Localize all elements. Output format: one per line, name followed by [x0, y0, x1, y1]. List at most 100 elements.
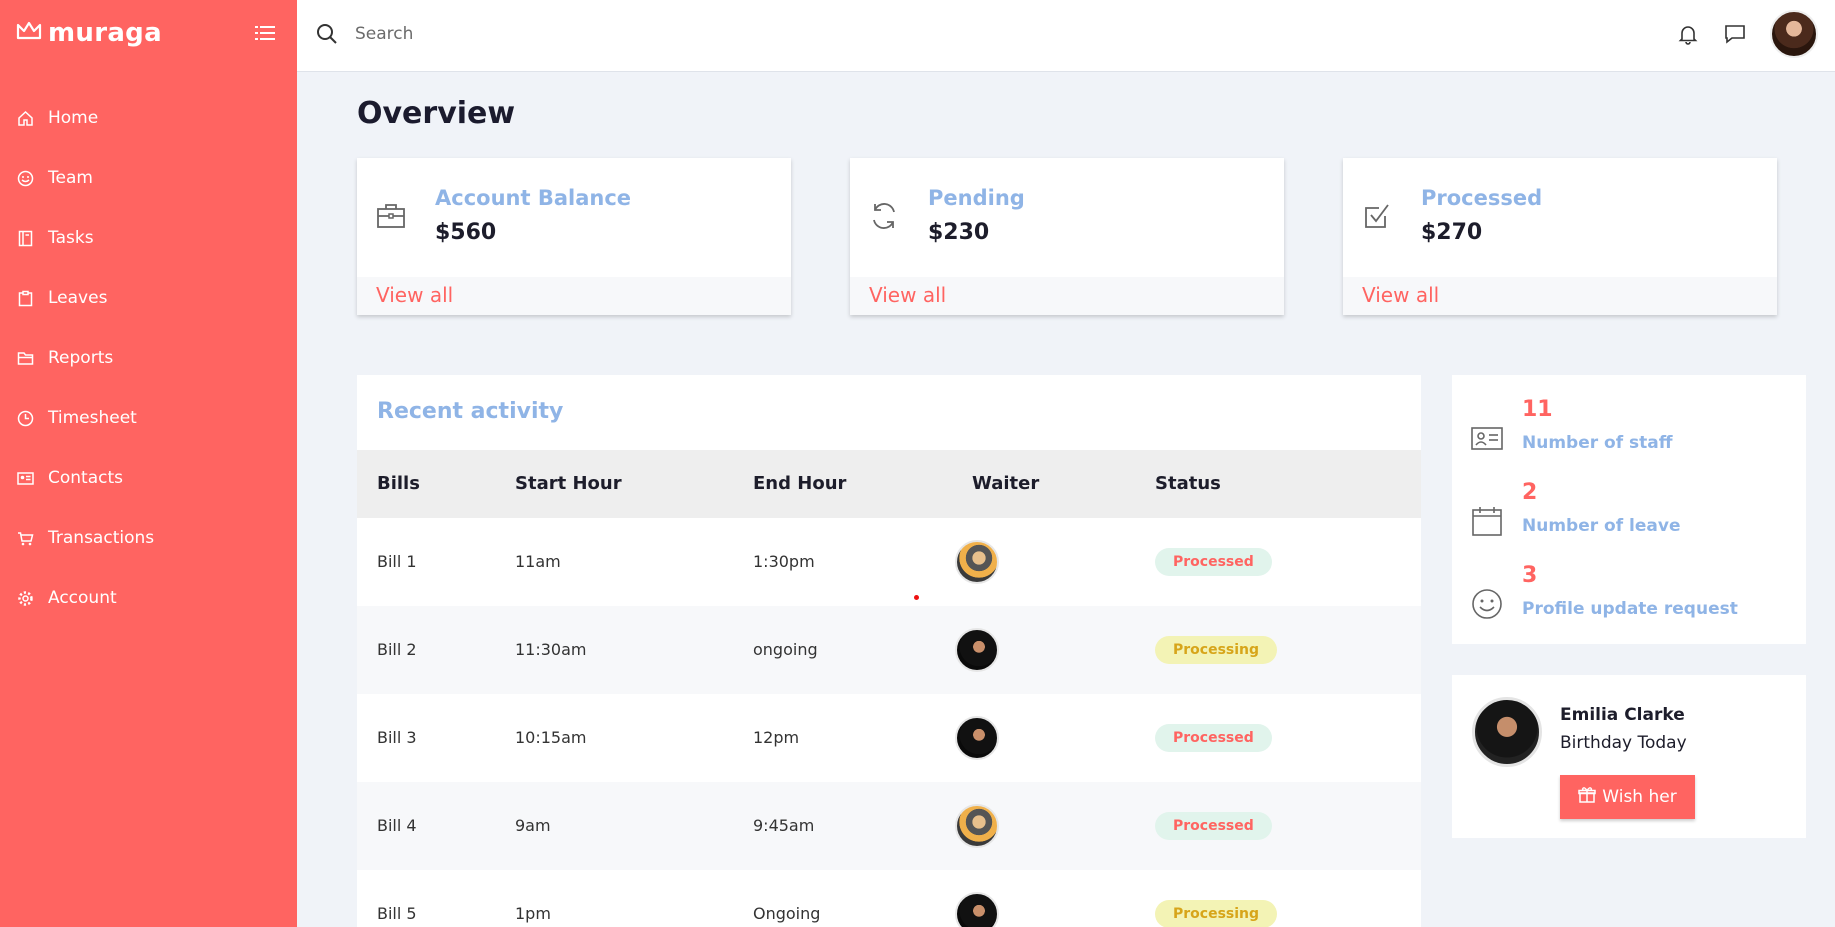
- brand-logo[interactable]: muraga: [16, 18, 162, 48]
- sidebar-item-label: Reports: [48, 348, 114, 368]
- column-header-start-hour: Start Hour: [515, 473, 622, 494]
- waiter-avatar[interactable]: [955, 804, 999, 848]
- end-hour-cell: 12pm: [753, 728, 800, 747]
- contact-card-icon: [1470, 421, 1504, 455]
- sidebar-item-label: Contacts: [48, 468, 123, 488]
- table-row[interactable]: Bill 3 10:15am 12pm Processed: [357, 694, 1421, 782]
- table-row[interactable]: Bill 5 1pm Ongoing Processing: [357, 870, 1421, 927]
- sidebar-item-label: Account: [48, 588, 117, 608]
- folder-icon: [16, 349, 34, 367]
- card-footer: View all: [1343, 277, 1777, 315]
- table-row[interactable]: Bill 1 11am 1:30pm Processed: [357, 518, 1421, 606]
- cart-icon: [16, 529, 34, 547]
- card-label: Account Balance: [435, 186, 632, 210]
- bill-cell: Bill 2: [377, 640, 417, 659]
- end-hour-cell: Ongoing: [753, 904, 821, 923]
- crown-icon: [16, 20, 42, 46]
- sidebar-item-reports[interactable]: Reports: [0, 328, 297, 388]
- cursor-dot: [914, 595, 919, 600]
- stat-value: 11: [1522, 397, 1553, 422]
- bill-cell: Bill 4: [377, 816, 417, 835]
- stat-profile-requests[interactable]: 3 Profile update request: [1452, 561, 1806, 641]
- view-all-link[interactable]: View all: [869, 283, 946, 307]
- birthday-card: Emilia Clarke Birthday Today Wish her: [1452, 675, 1806, 838]
- start-hour-cell: 11:30am: [515, 640, 587, 659]
- status-badge: Processed: [1155, 724, 1272, 752]
- clock-icon: [16, 409, 34, 427]
- birthday-text: Birthday Today: [1560, 733, 1687, 753]
- waiter-avatar[interactable]: [955, 628, 999, 672]
- start-hour-cell: 9am: [515, 816, 551, 835]
- bell-icon[interactable]: [1676, 22, 1700, 46]
- card-label: Pending: [928, 186, 1025, 210]
- menu-toggle-icon[interactable]: [255, 24, 277, 42]
- waiter-avatar[interactable]: [955, 892, 999, 927]
- sidebar-item-label: Leaves: [48, 288, 108, 308]
- sidebar-item-account[interactable]: Account: [0, 568, 297, 628]
- search-input[interactable]: [355, 18, 855, 50]
- sidebar-nav: Home Team Tasks Leaves Reports Timesheet…: [0, 88, 297, 628]
- status-badge: Processing: [1155, 900, 1278, 927]
- gift-icon: [1578, 786, 1597, 809]
- stat-value: 2: [1522, 480, 1538, 505]
- page-title: Overview: [357, 96, 516, 131]
- sidebar-item-timesheet[interactable]: Timesheet: [0, 388, 297, 448]
- clipboard-icon: [16, 289, 34, 307]
- sidebar-item-label: Tasks: [48, 228, 94, 248]
- user-avatar[interactable]: [1770, 10, 1818, 58]
- status-badge: Processed: [1155, 548, 1272, 576]
- table-row[interactable]: Bill 2 11:30am ongoing Processing: [357, 606, 1421, 694]
- card-value: $270: [1421, 220, 1483, 245]
- end-hour-cell: 1:30pm: [753, 552, 815, 571]
- card-value: $230: [928, 220, 990, 245]
- sidebar-item-team[interactable]: Team: [0, 148, 297, 208]
- book-icon: [16, 229, 34, 247]
- stat-label: Number of leave: [1522, 516, 1681, 536]
- sidebar-item-tasks[interactable]: Tasks: [0, 208, 297, 268]
- end-hour-cell: ongoing: [753, 640, 818, 659]
- column-header-waiter: Waiter: [972, 473, 1040, 494]
- wish-her-button[interactable]: Wish her: [1560, 775, 1695, 819]
- stat-staff[interactable]: 11 Number of staff: [1452, 395, 1806, 475]
- start-hour-cell: 1pm: [515, 904, 551, 923]
- sidebar-item-leaves[interactable]: Leaves: [0, 268, 297, 328]
- refresh-icon: [868, 200, 900, 232]
- sidebar-item-home[interactable]: Home: [0, 88, 297, 148]
- waiter-avatar[interactable]: [955, 716, 999, 760]
- stat-leave[interactable]: 2 Number of leave: [1452, 478, 1806, 558]
- sidebar-item-transactions[interactable]: Transactions: [0, 508, 297, 568]
- card-footer: View all: [850, 277, 1284, 315]
- view-all-link[interactable]: View all: [376, 283, 453, 307]
- stat-label: Profile update request: [1522, 599, 1738, 619]
- brand-name: muraga: [48, 18, 162, 48]
- smiley-icon: [1470, 587, 1504, 621]
- card-footer: View all: [357, 277, 791, 315]
- sidebar-item-contacts[interactable]: Contacts: [0, 448, 297, 508]
- sidebar-item-label: Team: [48, 168, 93, 188]
- view-all-link[interactable]: View all: [1362, 283, 1439, 307]
- account-balance-card: Account Balance $560 View all: [357, 158, 791, 315]
- processed-card: Processed $270 View all: [1343, 158, 1777, 315]
- bill-cell: Bill 1: [377, 552, 417, 571]
- column-header-status: Status: [1155, 473, 1221, 494]
- status-badge: Processing: [1155, 636, 1278, 664]
- checkbox-icon: [1361, 200, 1393, 232]
- column-header-bills: Bills: [377, 473, 420, 494]
- birthday-name: Emilia Clarke: [1560, 705, 1685, 725]
- gear-icon: [16, 589, 34, 607]
- pending-card: Pending $230 View all: [850, 158, 1284, 315]
- section-title: Recent activity: [377, 399, 564, 424]
- table-header: Bills Start Hour End Hour Waiter Status: [357, 450, 1421, 518]
- stat-label: Number of staff: [1522, 433, 1673, 453]
- search-icon[interactable]: [315, 22, 339, 46]
- waiter-avatar[interactable]: [955, 540, 999, 584]
- stats-panel: 11 Number of staff 2 Number of leave 3 P…: [1452, 375, 1806, 644]
- sidebar-item-label: Transactions: [48, 528, 155, 548]
- column-header-end-hour: End Hour: [753, 473, 847, 494]
- start-hour-cell: 10:15am: [515, 728, 587, 747]
- table-row[interactable]: Bill 4 9am 9:45am Processed: [357, 782, 1421, 870]
- id-card-icon: [16, 469, 34, 487]
- chat-icon[interactable]: [1723, 22, 1747, 46]
- birthday-avatar: [1472, 697, 1542, 767]
- smile-icon: [16, 169, 34, 187]
